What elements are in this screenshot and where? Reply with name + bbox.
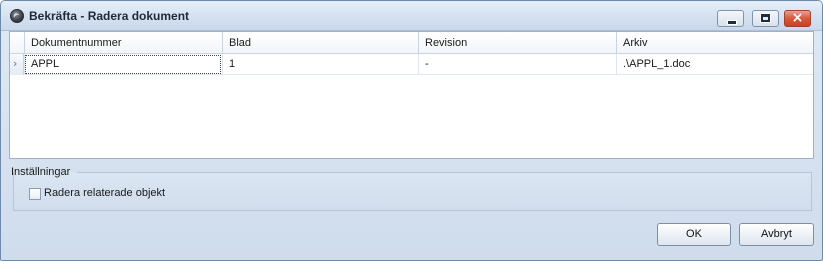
window-title: Bekräfta - Radera dokument [29,9,190,23]
app-logo-icon [10,9,24,23]
column-header-arkiv[interactable]: Arkiv [616,32,815,54]
minimize-icon [727,20,737,25]
minimize-button[interactable] [717,10,744,27]
cell-arkiv[interactable]: .\APPL_1.doc [616,54,815,75]
current-row-arrow-icon: › [13,57,18,70]
settings-group: Inställningar Radera relaterade objekt [9,163,814,211]
column-header-blad[interactable]: Blad [222,32,418,54]
documents-grid[interactable]: Dokumentnummer Blad Revision Arkiv › APP… [9,31,814,159]
row-indicator-header [10,32,24,54]
close-button[interactable]: × [784,10,811,27]
settings-legend: Inställningar [11,166,71,178]
settings-divider [77,172,812,173]
column-header-dokumentnummer[interactable]: Dokumentnummer [24,32,222,54]
cancel-button[interactable]: Avbryt [739,223,814,246]
cell-blad[interactable]: 1 [222,54,418,75]
cell-dokumentnummer[interactable]: APPL [24,54,222,75]
maximize-button[interactable] [752,10,779,27]
column-header-revision[interactable]: Revision [418,32,616,54]
ok-button[interactable]: OK [657,223,731,246]
grid-header: Dokumentnummer Blad Revision Arkiv [10,32,813,54]
maximize-icon [761,14,770,22]
title-bar[interactable]: Bekräfta - Radera dokument × [1,1,822,31]
confirm-dialog: Bekräfta - Radera dokument × Dokumentnum… [0,0,823,261]
cell-revision[interactable]: - [418,54,616,75]
table-row[interactable]: › APPL 1 - .\APPL_1.doc [10,54,813,75]
delete-related-checkbox[interactable] [29,188,41,200]
delete-related-label[interactable]: Radera relaterade objekt [44,187,165,199]
close-icon: × [791,10,804,26]
row-indicator[interactable]: › [10,54,24,75]
